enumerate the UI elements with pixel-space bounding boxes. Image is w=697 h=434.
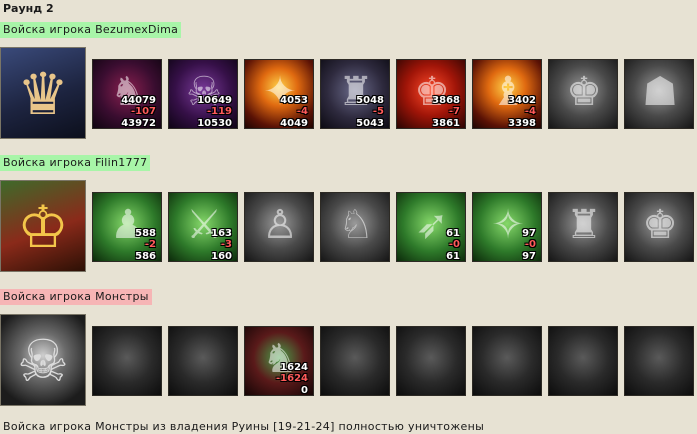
wraith-unit-icon[interactable]: ☗ <box>624 59 694 129</box>
unit-count: 588 <box>135 228 156 239</box>
unit-count: 163 <box>211 228 232 239</box>
unit-count: 97 <box>522 228 536 239</box>
unit-remain: 160 <box>211 251 232 262</box>
unit-remain: 5043 <box>356 118 384 129</box>
golem-unit-icon[interactable]: ♜ <box>548 192 618 262</box>
army-label-1: Войска игрока BezumexDima <box>0 22 182 38</box>
unit-remain: 61 <box>446 251 460 262</box>
unit-remain: 0 <box>301 385 308 396</box>
unit-loss: -4 <box>296 106 308 117</box>
unit-count: 61 <box>446 228 460 239</box>
hero-figure-icon: ♛ <box>17 60 69 128</box>
empty-slot-icon <box>320 326 390 396</box>
hero-figure-icon: ♔ <box>17 193 69 261</box>
unit-loss: -107 <box>130 106 156 117</box>
unit-count: 44079 <box>121 95 156 106</box>
pit-fiend-unit-icon[interactable]: ♚ 3868 -7 3861 <box>396 59 466 129</box>
empty-slot-icon <box>548 326 618 396</box>
unit-loss: -7 <box>448 106 460 117</box>
musketeer-hero-portrait[interactable]: ♔ <box>0 180 86 272</box>
unit-loss: -4 <box>524 106 536 117</box>
empty-slot-icon <box>472 326 542 396</box>
efreet-unit-icon[interactable]: ♝ 3402 -4 3398 <box>472 59 542 129</box>
battle-result-text: Войска игрока Монстры из владения Руины … <box>3 420 485 433</box>
dwarf-warrior-unit-icon[interactable]: ♟ 588 -2 586 <box>92 192 162 262</box>
armored-knight-unit-icon[interactable]: ⚔ 163 -3 160 <box>168 192 238 262</box>
devil-unit-icon[interactable]: ♜ 5048 -5 5043 <box>320 59 390 129</box>
elf-archer-unit-icon[interactable]: ➶ 61 -0 61 <box>396 192 466 262</box>
unit-remain: 3398 <box>508 118 536 129</box>
empty-slot-icon <box>396 326 466 396</box>
army-row-3: ☠ ♞ 1624 -1624 0 <box>0 309 697 406</box>
unit-count: 5048 <box>356 95 384 106</box>
army-row-2: ♔ ♟ 588 -2 586 ⚔ 163 -3 160 ♙ ♘ ➶ 61 -0 61 ✧ 97 -0 9… <box>0 175 697 272</box>
unit-count: 3868 <box>432 95 460 106</box>
knight-hero-portrait[interactable]: ♛ <box>0 47 86 139</box>
unit-loss: -3 <box>220 239 232 250</box>
fire-elemental-unit-icon[interactable]: ✦ 4053 -4 4049 <box>244 59 314 129</box>
army-row-1: ♛ ♞ 44079 -107 43972 ☠ 10649 -119 10530 ✦ 4053-… <box>0 42 697 139</box>
army-label-2: Войска игрока Filin1777 <box>0 155 151 171</box>
titan-unit-icon[interactable]: ♚ <box>624 192 694 262</box>
skeleton-mage-unit-icon[interactable]: ☠ 10649 -119 10530 <box>168 59 238 129</box>
skull-icon: ☠ <box>17 327 69 395</box>
unit-remain: 10530 <box>197 118 232 129</box>
unit-loss: -5 <box>372 106 384 117</box>
unit-count: 10649 <box>197 95 232 106</box>
unit-loss: -2 <box>144 239 156 250</box>
army-label-3: Войска игрока Монстры <box>0 289 152 305</box>
dragon-unit-icon[interactable]: ♞ 44079 -107 43972 <box>92 59 162 129</box>
unit-remain: 43972 <box>121 118 156 129</box>
unit-loss: -0 <box>448 239 460 250</box>
skull-emblem-portrait[interactable]: ☠ <box>0 314 86 406</box>
stone-demon-unit-icon[interactable]: ♚ <box>548 59 618 129</box>
orc-warrior-unit-icon[interactable]: ♞ 1624 -1624 0 <box>244 326 314 396</box>
unit-remain: 97 <box>522 251 536 262</box>
unit-loss: -0 <box>524 239 536 250</box>
unit-remain: 4049 <box>280 118 308 129</box>
unit-loss: -119 <box>206 106 232 117</box>
unit-count: 3402 <box>508 95 536 106</box>
unit-loss: -1624 <box>276 373 308 384</box>
round-title: Раунд 2 <box>3 2 54 15</box>
unit-remain: 586 <box>135 251 156 262</box>
griffin-unit-icon[interactable]: ♘ <box>320 192 390 262</box>
spearman-unit-icon[interactable]: ♙ <box>244 192 314 262</box>
empty-slot-icon <box>92 326 162 396</box>
unit-count: 4053 <box>280 95 308 106</box>
empty-slot-icon <box>168 326 238 396</box>
unit-remain: 3861 <box>432 118 460 129</box>
unit-count: 1624 <box>280 362 308 373</box>
druid-unit-icon[interactable]: ✧ 97 -0 97 <box>472 192 542 262</box>
empty-slot-icon <box>624 326 694 396</box>
